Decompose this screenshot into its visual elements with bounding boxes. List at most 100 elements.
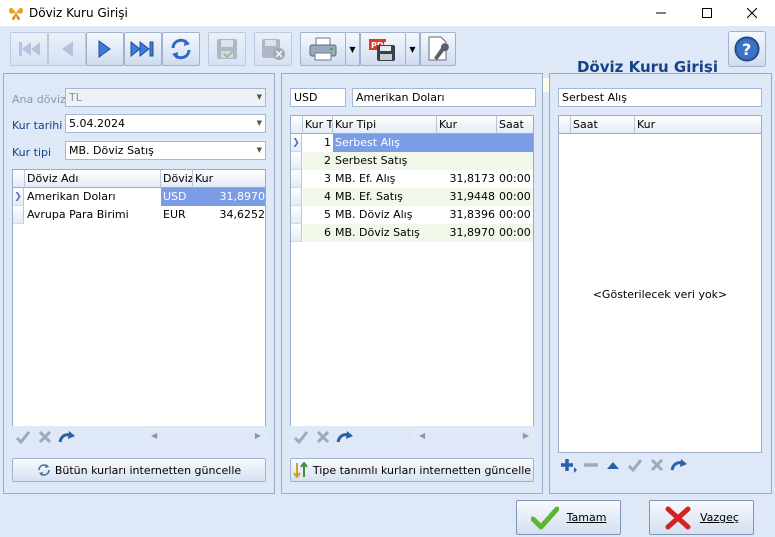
save-button[interactable] [208,32,246,66]
check-icon[interactable] [12,427,34,447]
row-indicator[interactable] [291,170,302,188]
rate-types-grid[interactable]: Kur T Kur Tipi Kur Saat ❯ 1 Serbest Alış 2 S… [290,115,534,427]
kur-tipi-combo[interactable]: MB. Döviz Satış ▼ [65,141,266,160]
currency-code-field[interactable]: USD [290,88,346,107]
redo-icon[interactable] [56,427,78,447]
redo-icon[interactable] [668,455,690,475]
cell-kur-t[interactable]: 2 [303,152,333,170]
cell-kur[interactable] [437,134,497,152]
currency-panel: Ana döviz TL ▼ Kur tarihi 5.04.2024 ▼ Ku… [3,73,275,494]
first-record-button[interactable] [10,32,48,66]
settings-button[interactable] [420,32,456,66]
export-pdf-button[interactable]: PDF [360,32,406,66]
column-header-kur[interactable]: Kur [635,116,761,134]
cell-kur-tipi[interactable]: MB. Ef. Alış [333,170,437,188]
refresh-button[interactable] [162,32,200,66]
cell-kur-tipi[interactable]: MB. Ef. Satış [333,188,437,206]
row-indicator[interactable] [13,206,24,224]
grid-corner [291,116,303,134]
cell-kur[interactable]: 31,8396 [437,206,497,224]
cell-doviz-adi[interactable]: Avrupa Para Birimi [25,206,161,224]
check-icon[interactable] [624,455,646,475]
export-dropdown[interactable]: ▼ [406,32,420,66]
currency-grid[interactable]: Döviz Adı Döviz Kur ❯ Amerikan Doları USD 3… [12,169,266,427]
cancel-icon[interactable] [646,455,668,475]
window-title: Döviz Kuru Girişi [29,6,128,20]
column-header-saat[interactable]: Saat [497,116,533,134]
check-icon[interactable] [290,427,312,447]
move-up-icon[interactable] [602,455,624,475]
last-record-button[interactable] [124,32,162,66]
horizontal-scrollbar[interactable]: ◀ ▶ [146,429,266,445]
cell-saat[interactable] [497,152,533,170]
cell-kur-tipi[interactable]: MB. Döviz Satış [333,224,437,242]
row-indicator[interactable] [291,188,302,206]
column-header-kur-t[interactable]: Kur T [303,116,333,134]
cell-saat[interactable]: 00:00 [497,224,533,242]
cell-kur-t[interactable]: 4 [303,188,333,206]
refresh-icon [38,464,50,476]
cell-kur[interactable]: 31,8970 [193,188,265,206]
column-header-saat[interactable]: Saat [571,116,635,134]
cell-saat[interactable]: 00:00 [497,170,533,188]
column-header-kur[interactable]: Kur [437,116,497,134]
column-header-doviz-adi[interactable]: Döviz Adı [25,170,161,188]
cancel-icon[interactable] [34,427,56,447]
scroll-left-icon: ◀ [419,431,426,440]
row-indicator[interactable] [291,206,302,224]
currency-grid-navigator: ◀ ▶ [12,426,266,448]
rate-history-grid[interactable]: Saat Kur <Gösterilecek veri yok> [558,115,762,453]
row-indicator[interactable] [291,152,302,170]
print-dropdown[interactable]: ▼ [346,32,360,66]
delete-record-button[interactable] [254,32,292,66]
remove-icon[interactable] [580,455,602,475]
cell-kur-t[interactable]: 6 [303,224,333,242]
cell-saat[interactable]: 00:00 [497,188,533,206]
column-header-doviz[interactable]: Döviz [161,170,193,188]
cancel-icon[interactable] [312,427,334,447]
cell-kur-tipi[interactable]: MB. Döviz Alış [333,206,437,224]
cell-kur-tipi[interactable]: Serbest Alış [333,134,437,152]
next-record-button[interactable] [86,32,124,66]
previous-record-button[interactable] [48,32,86,66]
ana-doviz-value: TL [69,91,82,104]
cell-doviz-adi[interactable]: Amerikan Doları [25,188,161,206]
print-button[interactable] [300,32,346,66]
cell-kur[interactable]: 31,8173 [437,170,497,188]
cell-kur-t[interactable]: 3 [303,170,333,188]
cancel-button[interactable]: Vazgeç [649,500,754,535]
cell-doviz[interactable]: EUR [161,206,193,224]
cell-kur[interactable]: 34,6252 [193,206,265,224]
update-type-rates-button[interactable]: Tipe tanımlı kurları internetten güncell… [290,458,534,482]
cell-kur[interactable] [437,152,497,170]
kur-tarihi-date-picker[interactable]: 5.04.2024 ▼ [65,114,266,133]
minimize-button[interactable] [638,0,684,26]
row-indicator[interactable]: ❯ [291,134,302,152]
rate-type-field[interactable]: Serbest Alış [558,88,762,107]
horizontal-scrollbar[interactable]: ◀ ▶ [414,429,534,445]
cell-kur-t[interactable]: 1 [303,134,333,152]
help-button[interactable]: ? [728,31,766,67]
column-header-kur-tipi[interactable]: Kur Tipi [333,116,437,134]
cell-kur-tipi[interactable]: Serbest Satış [333,152,437,170]
cell-kur[interactable]: 31,9448 [437,188,497,206]
first-icon [19,42,40,56]
currency-name-field[interactable]: Amerikan Doları [352,88,536,107]
delete-icon [262,39,285,60]
cell-saat[interactable] [497,134,533,152]
add-icon[interactable] [558,455,580,475]
maximize-button[interactable] [684,0,730,26]
scroll-right-icon: ▶ [254,431,261,440]
cell-kur-t[interactable]: 5 [303,206,333,224]
row-indicator[interactable] [291,224,302,242]
update-all-rates-button[interactable]: Bütün kurları internetten güncelle [12,458,266,482]
row-indicator[interactable]: ❯ [13,188,24,206]
redo-icon[interactable] [334,427,356,447]
cell-kur[interactable]: 31,8970 [437,224,497,242]
ok-button[interactable]: Tamam [516,500,621,535]
column-header-kur[interactable]: Kur [193,170,265,188]
last-icon [130,40,154,58]
cell-doviz[interactable]: USD [161,188,193,206]
close-button[interactable] [729,0,775,26]
cell-saat[interactable]: 00:00 [497,206,533,224]
